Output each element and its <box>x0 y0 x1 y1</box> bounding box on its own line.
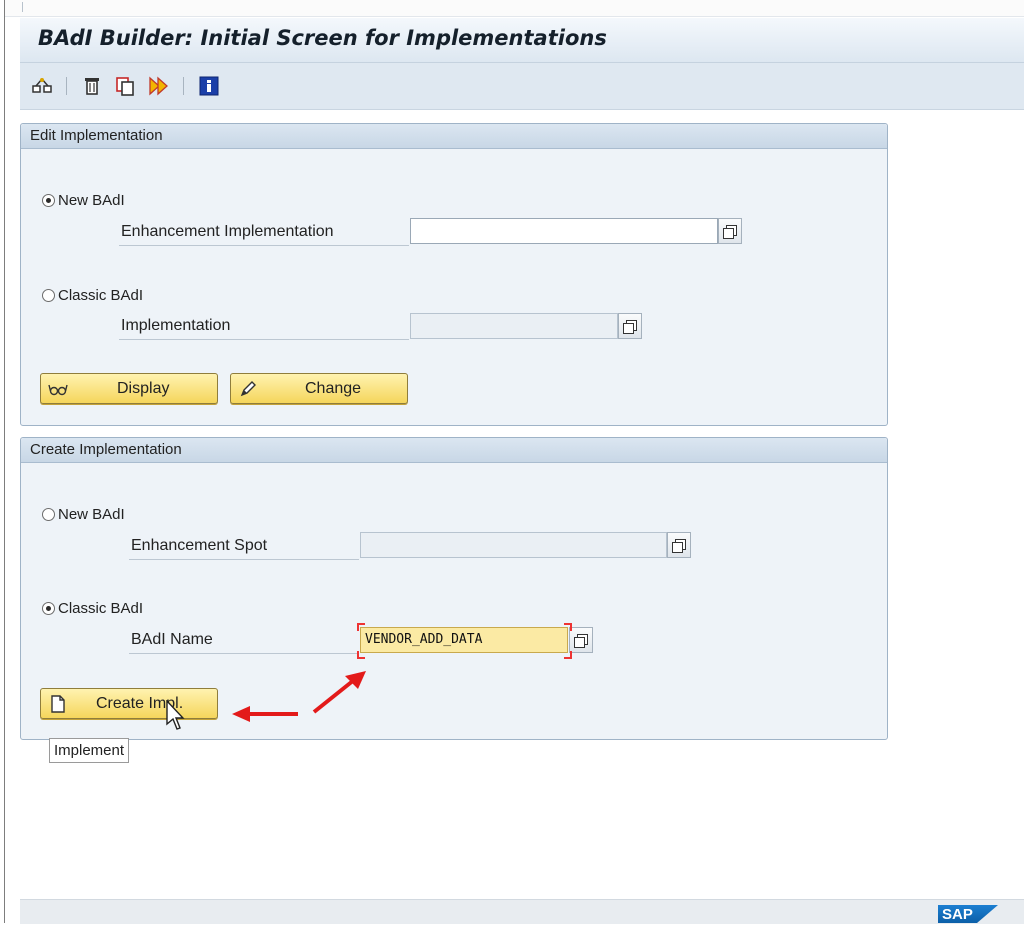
page-title: BAdI Builder: Initial Screen for Impleme… <box>38 26 607 50</box>
label-underline <box>119 245 409 246</box>
group-title: Create Implementation <box>21 438 887 463</box>
value-help-icon[interactable] <box>569 627 593 653</box>
toolbar-separator <box>183 77 184 95</box>
value-help-icon[interactable] <box>718 218 742 244</box>
mouse-cursor-icon <box>166 700 185 730</box>
value-help-icon[interactable] <box>667 532 691 558</box>
rename-icon[interactable] <box>148 75 170 97</box>
radio-circle[interactable] <box>42 508 55 521</box>
info-icon[interactable] <box>198 75 220 97</box>
other-object-icon[interactable] <box>31 75 53 97</box>
radio-circle-selected[interactable] <box>42 602 55 615</box>
badi-name-input[interactable]: VENDOR_ADD_DATA <box>360 627 568 653</box>
enhancement-implementation-label: Enhancement Implementation <box>121 223 334 240</box>
create-impl-button[interactable]: Create Impl. <box>40 688 218 719</box>
label-underline <box>129 559 359 560</box>
enhancement-spot-input[interactable] <box>360 532 667 558</box>
value-help-icon[interactable] <box>618 313 642 339</box>
display-button-label: Display <box>117 380 170 397</box>
title-bar: BAdI Builder: Initial Screen for Impleme… <box>20 18 1024 63</box>
radio-label: Classic BAdI <box>58 287 144 304</box>
status-bar <box>20 899 1024 924</box>
focus-corner <box>564 623 572 631</box>
top-divider <box>22 2 23 12</box>
glasses-icon <box>48 384 68 396</box>
radio-circle[interactable] <box>42 289 55 302</box>
window-border <box>4 0 5 923</box>
radio-label: New BAdI <box>58 192 125 209</box>
radio-label: Classic BAdI <box>58 600 144 617</box>
focus-corner <box>357 623 365 631</box>
toolbar-separator <box>66 77 67 95</box>
top-strip <box>5 0 1024 17</box>
delete-icon[interactable] <box>81 75 103 97</box>
radio-create-new-badi[interactable]: New BAdI <box>42 506 125 523</box>
label-underline <box>119 339 409 340</box>
display-button[interactable]: Display <box>40 373 218 404</box>
radio-create-classic-badi[interactable]: Classic BAdI <box>42 600 143 617</box>
create-implementation-group: Create Implementation New BAdI Enhanceme… <box>20 437 888 740</box>
change-button[interactable]: Change <box>230 373 408 404</box>
change-button-label: Change <box>305 380 362 397</box>
radio-circle-selected[interactable] <box>42 194 55 207</box>
implementation-input[interactable] <box>410 313 618 339</box>
pencil-icon <box>240 381 256 397</box>
radio-label: New BAdI <box>58 506 125 523</box>
focus-corner <box>357 651 365 659</box>
application-toolbar <box>20 63 1024 110</box>
edit-implementation-group: Edit Implementation New BAdI Enhancement… <box>20 123 888 426</box>
enhancement-spot-label: Enhancement Spot <box>131 537 268 554</box>
radio-edit-new-badi[interactable]: New BAdI <box>42 192 125 209</box>
tooltip: Implement <box>49 738 130 763</box>
copy-icon[interactable] <box>114 75 136 97</box>
label-underline <box>129 653 359 654</box>
enhancement-implementation-input[interactable] <box>410 218 718 244</box>
group-title: Edit Implementation <box>21 124 887 149</box>
annotation-arrows <box>232 671 366 722</box>
focus-corner <box>564 651 572 659</box>
radio-edit-classic-badi[interactable]: Classic BAdI <box>42 287 143 304</box>
new-document-icon <box>51 695 65 713</box>
implementation-label: Implementation <box>121 317 231 334</box>
badi-name-label: BAdI Name <box>131 631 213 648</box>
